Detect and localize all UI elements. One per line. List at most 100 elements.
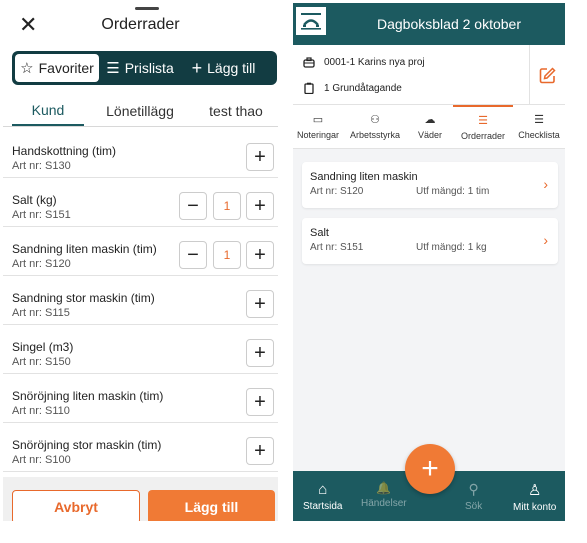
nav-sok-label: Sök	[465, 501, 483, 512]
home-icon: ⌂	[318, 481, 328, 498]
decrement-button[interactable]: −	[179, 241, 207, 269]
tab-test-thao[interactable]: test thao	[196, 95, 276, 126]
sheet-title: Orderrader	[101, 16, 180, 33]
item-art-nr: Art nr: S115	[12, 307, 70, 319]
increment-button[interactable]: +	[246, 241, 274, 269]
nav-mitt-konto[interactable]: ♙ Mitt konto	[513, 481, 556, 513]
screen-title: Dagboksblad 2 oktober	[377, 16, 521, 32]
bell-icon: 🔔	[376, 481, 392, 495]
item-name: Snöröjning stor maskin (tim)	[12, 438, 162, 452]
plus-icon: +	[191, 57, 203, 78]
add-item-button[interactable]: +	[246, 388, 274, 416]
order-amount: Utf mängd: 1 tim	[416, 186, 490, 197]
list-item: Sandning liten maskin (tim) Art nr: S120…	[3, 227, 278, 276]
item-name: Sandning stor maskin (tim)	[12, 291, 155, 305]
add-fab-button[interactable]: +	[405, 444, 455, 494]
tab-arbetsstyrka-label: Arbetsstyrka	[349, 130, 400, 140]
sheet-header: ✕ Orderrader	[3, 3, 278, 47]
tab-lonetillagg[interactable]: Lönetillägg	[84, 95, 196, 126]
nav-handelser-label: Händelser	[361, 498, 407, 509]
project-info: 0001-1 Karins nya proj 1 Grundåtagande	[293, 45, 565, 105]
order-name: Salt	[310, 227, 329, 239]
nav-sok[interactable]: ⚲ Sök	[465, 481, 482, 512]
order-row-card[interactable]: Salt Art nr: S151 Utf mängd: 1 kg ›	[302, 218, 558, 264]
segment-control: ☆ Favoriter ☰ Prislista + Lägg till	[12, 51, 277, 85]
segment-prislista-label: Prislista	[124, 60, 174, 76]
project-name: 0001-1 Karins nya proj	[324, 57, 425, 68]
quantity-value[interactable]: 1	[213, 241, 241, 269]
edit-icon	[539, 66, 556, 83]
item-art-nr: Art nr: S130	[12, 160, 71, 172]
people-icon: ⚇	[370, 114, 380, 126]
add-item-button[interactable]: +	[246, 290, 274, 318]
list-icon: ☰	[106, 60, 120, 77]
menu-icon	[301, 13, 321, 30]
segment-prislista[interactable]: ☰ Prislista	[99, 54, 181, 82]
list-item: Snöröjning liten maskin (tim) Art nr: S1…	[3, 374, 278, 423]
tab-vader-label: Väder	[417, 130, 443, 140]
order-art-nr: Art nr: S120	[310, 186, 364, 197]
order-name: Sandning liten maskin	[310, 171, 418, 183]
item-name: Snöröjning liten maskin (tim)	[12, 389, 164, 403]
tab-arbetsstyrka[interactable]: ⚇ Arbetsstyrka	[343, 105, 407, 148]
dagboksblad-screen: Dagboksblad 2 oktober 0001-1 Karins nya …	[293, 3, 565, 521]
tab-orderrader-label: Orderrader	[460, 131, 505, 141]
nav-handelser[interactable]: 🔔 Händelser	[361, 481, 407, 509]
search-icon: ⚲	[468, 481, 479, 497]
orderrader-sheet: ✕ Orderrader ☆ Favoriter ☰ Prislista + L…	[3, 3, 278, 521]
list-item: Snöröjning stor maskin (tim) Art nr: S10…	[3, 423, 278, 472]
add-button[interactable]: Lägg till	[148, 490, 275, 521]
tab-orderrader[interactable]: ☰ Orderrader	[453, 105, 513, 148]
order-art-nr: Art nr: S151	[310, 242, 364, 253]
item-art-nr: Art nr: S100	[12, 454, 71, 466]
item-art-nr: Art nr: S110	[12, 405, 70, 417]
article-list: Handskottning (tim) Art nr: S130 + Salt …	[3, 129, 278, 472]
project-line: 0001-1 Karins nya proj	[303, 57, 425, 68]
tab-kund[interactable]: Kund	[12, 95, 84, 126]
chevron-right-icon: ›	[543, 232, 548, 248]
nav-startsida-label: Startsida	[303, 501, 343, 512]
tab-vader[interactable]: ☁ Väder	[407, 105, 453, 148]
section-tabs: ▭ Noteringar ⚇ Arbetsstyrka ☁ Väder ☰ Or…	[293, 105, 565, 149]
segment-lagg-till[interactable]: + Lägg till	[181, 54, 266, 82]
category-tabs: Kund Lönetillägg test thao	[3, 95, 278, 127]
segment-favoriter-label: Favoriter	[38, 60, 94, 76]
chevron-right-icon: ›	[543, 176, 548, 192]
decrement-button[interactable]: −	[179, 192, 207, 220]
clipboard-icon	[304, 82, 314, 94]
item-name: Handskottning (tim)	[12, 144, 117, 158]
checklist-icon: ☰	[534, 114, 544, 126]
list-item: Salt (kg) Art nr: S151 − 1 +	[3, 178, 278, 227]
app-header: Dagboksblad 2 oktober	[293, 3, 565, 45]
quantity-value[interactable]: 1	[213, 192, 241, 220]
tab-noteringar[interactable]: ▭ Noteringar	[293, 105, 343, 148]
star-icon: ☆	[20, 60, 34, 77]
tab-checklista-label: Checklista	[518, 130, 560, 140]
add-item-button[interactable]: +	[246, 339, 274, 367]
add-item-button[interactable]: +	[246, 143, 274, 171]
edit-button[interactable]	[529, 45, 565, 105]
order-row-card[interactable]: Sandning liten maskin Art nr: S120 Utf m…	[302, 162, 558, 208]
task-name: 1 Grundåtagande	[324, 82, 402, 94]
increment-button[interactable]: +	[246, 192, 274, 220]
list-item: Handskottning (tim) Art nr: S130 +	[3, 129, 278, 178]
segment-favoriter[interactable]: ☆ Favoriter	[15, 54, 99, 82]
add-item-button[interactable]: +	[246, 437, 274, 465]
close-icon[interactable]: ✕	[19, 14, 37, 36]
order-amount: Utf mängd: 1 kg	[416, 242, 487, 253]
sheet-footer: Avbryt Lägg till	[3, 477, 278, 521]
task-line: 1 Grundåtagande	[303, 82, 402, 94]
user-icon: ♙	[527, 482, 542, 499]
cancel-button[interactable]: Avbryt	[12, 490, 140, 521]
item-name: Singel (m3)	[12, 340, 74, 354]
item-art-nr: Art nr: S150	[12, 356, 71, 368]
list-item: Sandning stor maskin (tim) Art nr: S115 …	[3, 276, 278, 325]
list-icon: ☰	[478, 115, 488, 127]
nav-mitt-konto-label: Mitt konto	[513, 502, 557, 513]
menu-button[interactable]	[295, 6, 327, 36]
nav-startsida[interactable]: ⌂ Startsida	[303, 481, 342, 512]
tab-noteringar-label: Noteringar	[296, 130, 340, 140]
tab-checklista[interactable]: ☰ Checklista	[513, 105, 565, 148]
weather-icon: ☁	[424, 114, 436, 126]
briefcase-icon	[303, 57, 315, 68]
